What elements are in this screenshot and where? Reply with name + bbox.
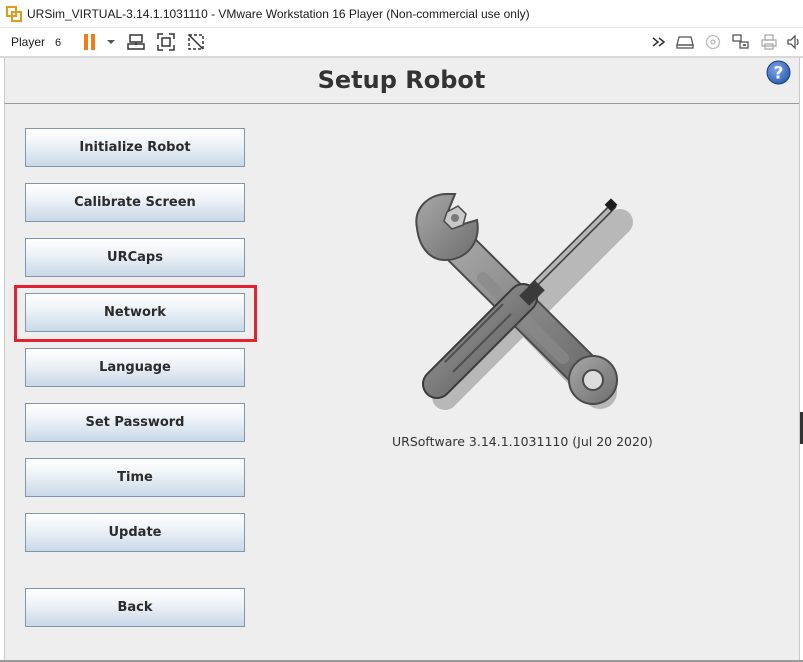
title-separator [5, 103, 799, 104]
sound-icon[interactable] [785, 32, 803, 52]
player-menu[interactable]: Player [11, 35, 45, 49]
set-password-button[interactable]: Set Password [25, 403, 245, 442]
software-version-text: URSoftware 3.14.1.1031110 (Jul 20 2020) [392, 434, 653, 449]
time-button[interactable]: Time [25, 458, 245, 497]
wrench-screwdriver-icon [415, 193, 633, 410]
pause-icon[interactable] [80, 32, 100, 52]
dropdown-arrow-icon[interactable] [101, 32, 121, 52]
vmware-app-icon [6, 5, 22, 22]
calibrate-screen-button[interactable]: Calibrate Screen [25, 183, 245, 222]
help-icon[interactable]: ? [766, 60, 791, 85]
network-highlight-box [14, 285, 257, 342]
printer-icon[interactable] [759, 32, 779, 52]
send-ctrl-alt-del-icon[interactable] [126, 32, 146, 52]
cd-icon[interactable] [703, 32, 723, 52]
hard-disk-icon[interactable] [675, 32, 695, 52]
window-titlebar: URSim_VIRTUAL-3.14.1.1031110 - VMware Wo… [0, 0, 803, 28]
language-button[interactable]: Language [25, 348, 245, 387]
fullscreen-icon[interactable] [156, 32, 176, 52]
back-button[interactable]: Back [25, 588, 245, 627]
player-menu-arrow[interactable]: 6 [55, 37, 61, 49]
urcaps-button[interactable]: URCaps [25, 238, 245, 277]
unity-icon[interactable] [186, 32, 206, 52]
page-title: Setup Robot [317, 66, 486, 94]
update-button[interactable]: Update [25, 513, 245, 552]
initialize-robot-button[interactable]: Initialize Robot [25, 128, 245, 167]
svg-text:?: ? [774, 64, 784, 84]
window-title: URSim_VIRTUAL-3.14.1.1031110 - VMware Wo… [27, 6, 530, 21]
network-adapter-icon[interactable] [731, 32, 751, 52]
expand-icon[interactable] [649, 32, 669, 52]
